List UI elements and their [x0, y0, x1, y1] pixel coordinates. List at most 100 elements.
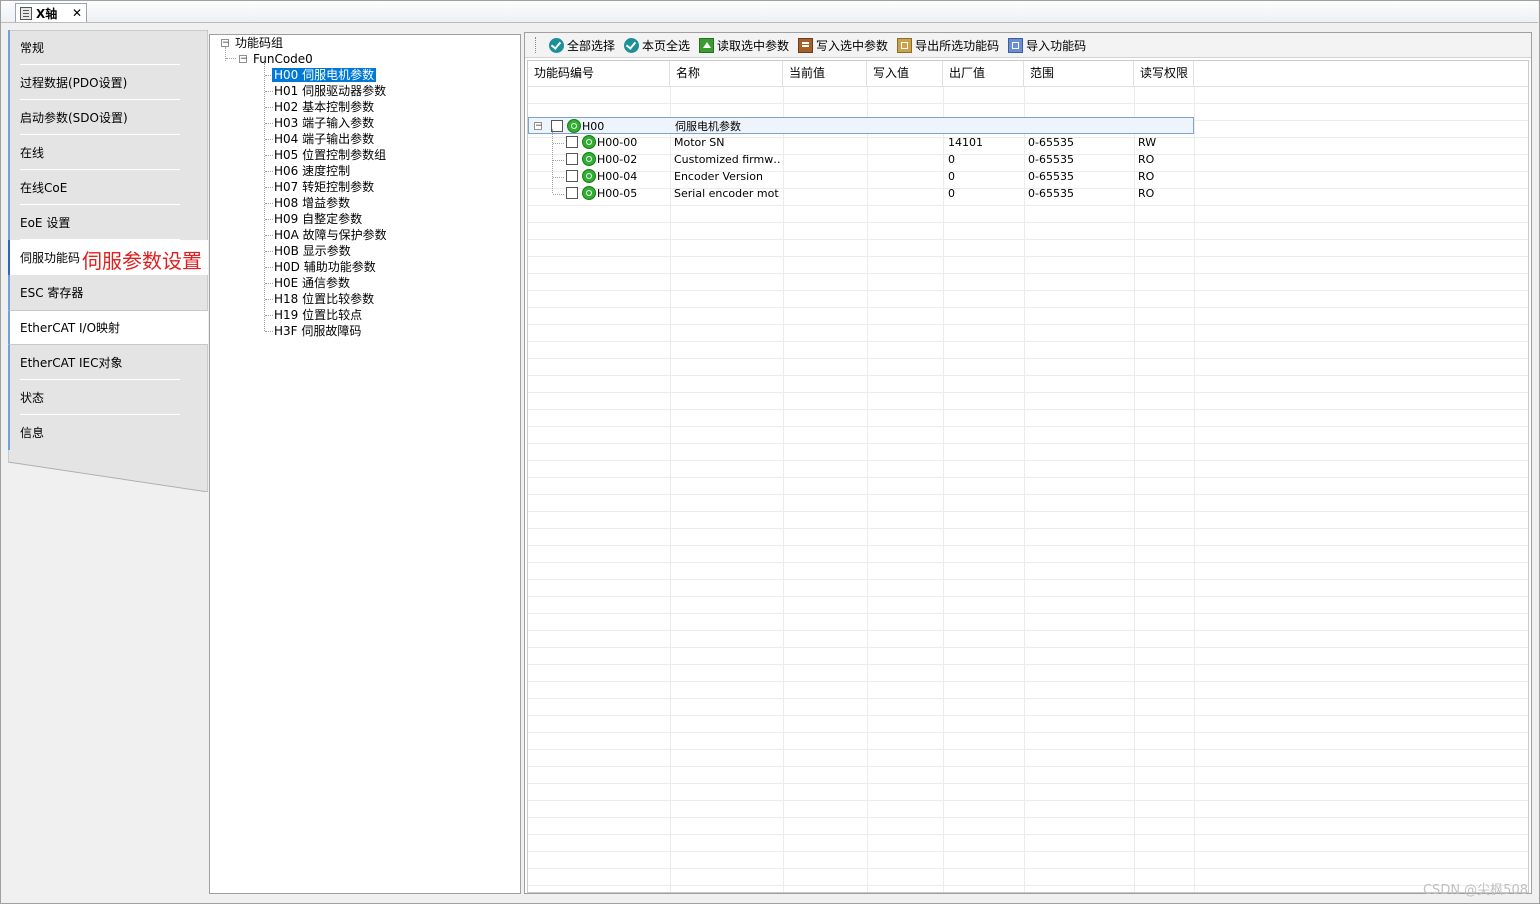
tree-item-h00[interactable]: H00 伺服电机参数	[272, 67, 377, 83]
upload-icon	[699, 37, 715, 53]
nav-item-status[interactable]: 状态	[8, 380, 208, 415]
tree-item-h04[interactable]: H04 端子输出参数	[274, 131, 374, 147]
collapse-icon[interactable]: −	[239, 55, 248, 64]
param-access: RO	[1138, 153, 1155, 166]
tree-item-h3f[interactable]: H3F 伺服故障码	[274, 323, 361, 339]
tree-item-h0e[interactable]: H0E 通信参数	[274, 275, 350, 291]
import-button[interactable]: 导入功能码	[1008, 37, 1086, 54]
parameter-panel: 全部选择 本页全选 读取选中参数 写入选中参数 导出所选功能码 导入功能码 功能…	[524, 32, 1532, 894]
row-checkbox[interactable]	[566, 136, 578, 148]
parameter-group-icon	[567, 119, 581, 133]
table-row[interactable]: H00-00 Motor SN 14101 0-65535 RW	[528, 134, 1194, 151]
param-code: H00-00	[597, 136, 638, 149]
write-selected-button[interactable]: 写入选中参数	[798, 37, 888, 54]
close-icon[interactable]: ✕	[72, 6, 82, 20]
table-row[interactable]: H00-02 Customized firmw… 0 0-65535 RO	[528, 151, 1194, 168]
tree-item-h0a[interactable]: H0A 故障与保护参数	[274, 227, 387, 243]
param-current[interactable]	[787, 168, 865, 185]
nav-item-label: 状态	[20, 391, 45, 405]
table-row[interactable]: H00-04 Encoder Version 0 0-65535 RO	[528, 168, 1194, 185]
parameter-toolbar: 全部选择 本页全选 读取选中参数 写入选中参数 导出所选功能码 导入功能码	[525, 33, 1531, 58]
collapse-icon[interactable]: −	[534, 122, 543, 131]
param-default: 0	[948, 153, 955, 166]
tree-item-h08[interactable]: H08 增益参数	[274, 195, 350, 211]
nav-item-ethercat-io[interactable]: EtherCAT I/O映射	[8, 310, 208, 345]
parameter-icon	[582, 135, 596, 149]
nav-item-label: EoE 设置	[20, 216, 71, 230]
param-current[interactable]	[787, 134, 865, 151]
nav-item-label: 过程数据(PDO设置)	[20, 76, 128, 90]
collapse-icon[interactable]: −	[221, 39, 230, 48]
param-write[interactable]	[871, 168, 941, 185]
column-header[interactable]: 当前值	[783, 61, 867, 86]
column-header[interactable]: 范围	[1024, 61, 1134, 86]
page-select-all-button[interactable]: 本页全选	[624, 37, 690, 54]
nav-item-online-coe[interactable]: 在线CoE	[8, 170, 208, 205]
column-header[interactable]: 写入值	[867, 61, 943, 86]
tree-item-h01[interactable]: H01 伺服驱动器参数	[274, 83, 386, 99]
tree-item-h09[interactable]: H09 自整定参数	[274, 211, 362, 227]
tree-item-h0d[interactable]: H0D 辅助功能参数	[274, 259, 376, 275]
group-row[interactable]: − H00 伺服电机参数	[528, 117, 1194, 134]
check-circle-icon	[624, 37, 640, 53]
row-checkbox[interactable]	[566, 187, 578, 199]
nav-item-online[interactable]: 在线	[8, 135, 208, 170]
nav-item-label: EtherCAT IEC对象	[20, 356, 123, 370]
param-name: Serial encoder mot…	[674, 187, 780, 200]
tree-item-h06[interactable]: H06 速度控制	[274, 163, 350, 179]
column-header[interactable]: 读写权限	[1134, 61, 1194, 86]
table-row[interactable]: H00-05 Serial encoder mot… 0 0-65535 RO	[528, 185, 1194, 202]
grid-header: 功能码编号 名称 当前值 写入值 出厂值 范围 读写权限	[528, 61, 1528, 87]
check-circle-icon	[549, 37, 564, 53]
param-default: 0	[948, 170, 955, 183]
import-icon	[1008, 37, 1024, 53]
parameter-icon	[582, 169, 596, 183]
write-icon	[798, 37, 814, 53]
tree-item-h05[interactable]: H05 位置控制参数组	[274, 147, 386, 163]
param-current[interactable]	[787, 185, 865, 202]
nav-item-eoe[interactable]: EoE 设置	[8, 205, 208, 240]
column-header[interactable]: 出厂值	[943, 61, 1024, 86]
export-selected-button[interactable]: 导出所选功能码	[897, 37, 999, 54]
nav-item-esc-register[interactable]: ESC 寄存器	[8, 275, 208, 310]
select-all-button[interactable]: 全部选择	[549, 37, 615, 54]
param-write[interactable]	[871, 151, 941, 168]
param-default: 0	[948, 187, 955, 200]
parameter-grid: 功能码编号 名称 当前值 写入值 出厂值 范围 读写权限 − H00 伺服电机参…	[527, 60, 1529, 893]
param-default: 14101	[948, 136, 983, 149]
tree-node-root[interactable]: 功能码组	[235, 35, 283, 51]
tree-item-h07[interactable]: H07 转矩控制参数	[274, 179, 374, 195]
read-selected-button[interactable]: 读取选中参数	[699, 37, 789, 54]
nav-item-info[interactable]: 信息	[8, 415, 208, 450]
nav-item-label: 常规	[20, 41, 45, 55]
nav-item-label: 信息	[20, 426, 45, 440]
param-access: RO	[1138, 187, 1155, 200]
param-write[interactable]	[871, 134, 941, 151]
param-current[interactable]	[787, 151, 865, 168]
tree-item-h19[interactable]: H19 位置比较点	[274, 307, 362, 323]
row-checkbox[interactable]	[566, 153, 578, 165]
column-header[interactable]: 名称	[670, 61, 783, 86]
document-tab[interactable]: X轴 ✕	[15, 3, 87, 22]
nav-item-general[interactable]: 常规	[8, 30, 208, 65]
tree-node-funcode0[interactable]: FunCode0	[253, 51, 313, 67]
nav-item-label: ESC 寄存器	[20, 286, 84, 300]
tree-item-h0b[interactable]: H0B 显示参数	[274, 243, 351, 259]
column-header[interactable]: 功能码编号	[528, 61, 670, 86]
parameter-icon	[582, 186, 596, 200]
document-tabstrip: X轴 ✕	[1, 1, 1538, 23]
export-icon	[897, 37, 913, 53]
tree-item-h02[interactable]: H02 基本控制参数	[274, 99, 374, 115]
tree-item-h03[interactable]: H03 端子输入参数	[274, 115, 374, 131]
nav-item-sdo[interactable]: 启动参数(SDO设置)	[8, 100, 208, 135]
nav-item-ethercat-iec[interactable]: EtherCAT IEC对象	[8, 345, 208, 380]
param-name: Encoder Version	[674, 170, 763, 183]
param-write[interactable]	[871, 185, 941, 202]
tree-item-h18[interactable]: H18 位置比较参数	[274, 291, 374, 307]
row-checkbox[interactable]	[566, 170, 578, 182]
device-icon	[20, 6, 32, 20]
nav-item-pdo[interactable]: 过程数据(PDO设置)	[8, 65, 208, 100]
toolbar-grip[interactable]	[535, 37, 538, 53]
group-code: H00	[582, 120, 605, 133]
annotation-label: 伺服参数设置	[82, 249, 202, 273]
